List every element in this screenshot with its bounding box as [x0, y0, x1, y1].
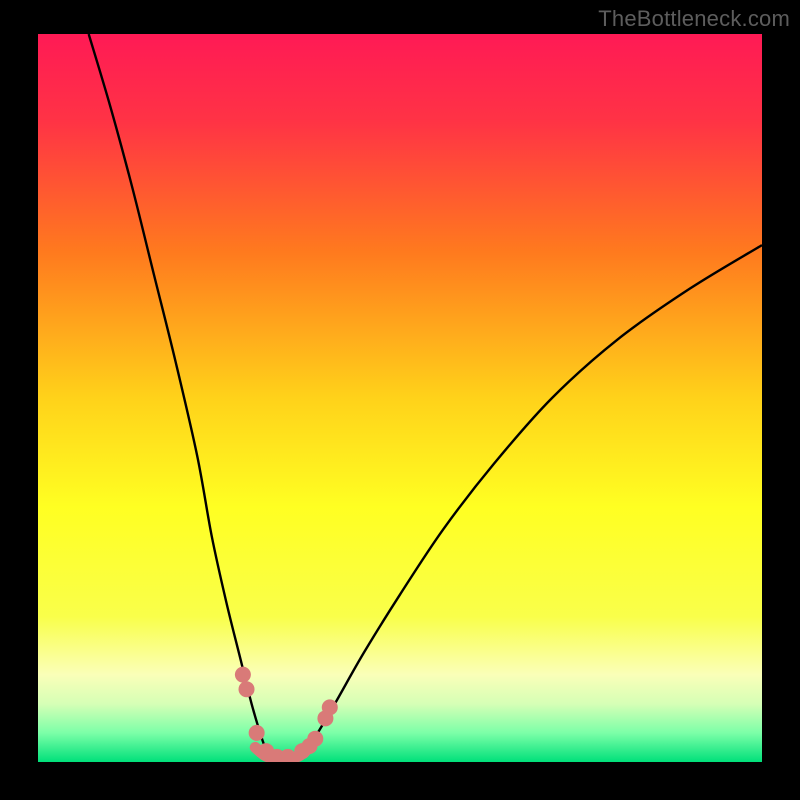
datapoint-marker [239, 681, 255, 697]
watermark-text: TheBottleneck.com [598, 6, 790, 32]
chart-frame: TheBottleneck.com [0, 0, 800, 800]
chart-svg [38, 34, 762, 762]
datapoint-marker [235, 667, 251, 683]
plot-area [38, 34, 762, 762]
datapoint-marker [249, 725, 265, 741]
datapoint-marker [307, 731, 323, 747]
datapoint-marker [322, 699, 338, 715]
gradient-background [38, 34, 762, 762]
